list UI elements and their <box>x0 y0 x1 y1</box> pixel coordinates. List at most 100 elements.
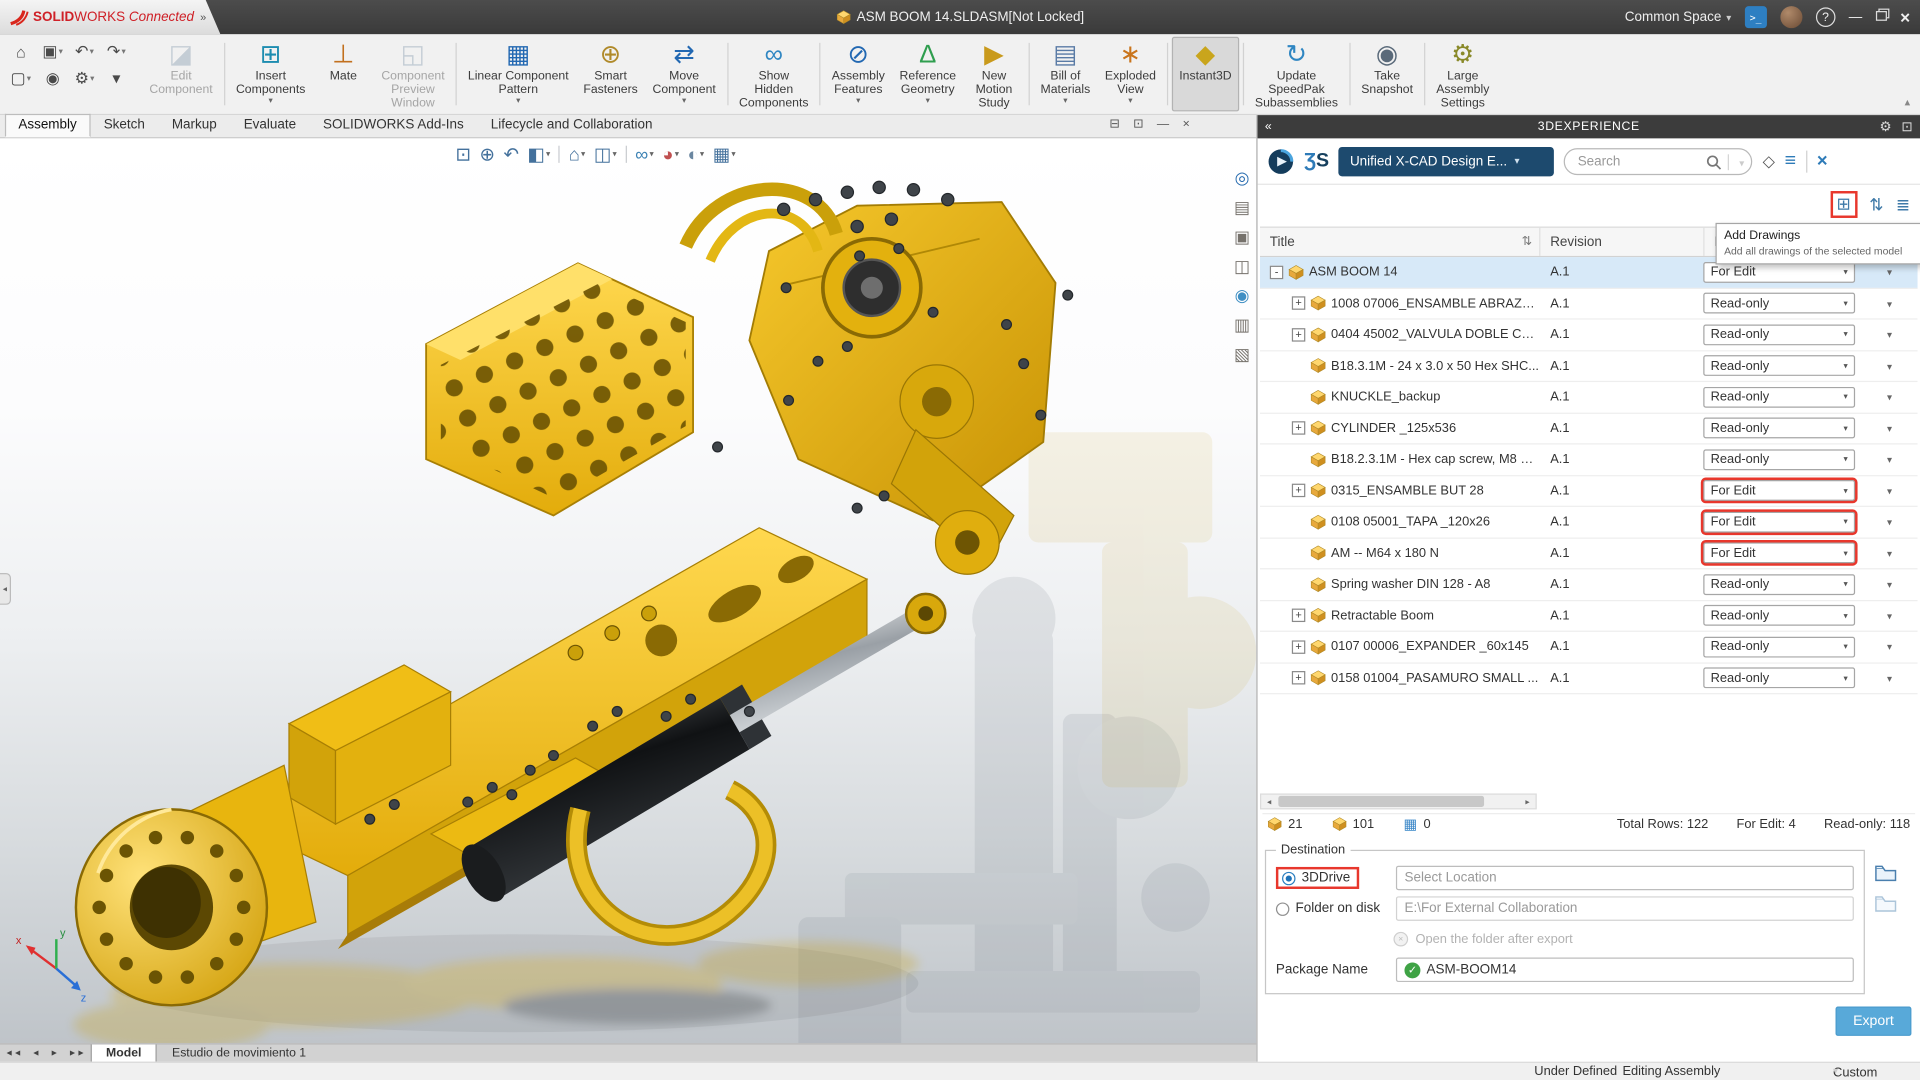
folder-on-disk-option[interactable]: Folder on disk <box>1276 901 1389 916</box>
row-expand-icon[interactable]: ▾ <box>1870 548 1892 559</box>
row-expand-icon[interactable]: ▾ <box>1870 455 1892 466</box>
restore-button[interactable] <box>1876 10 1887 25</box>
options-button[interactable]: ⚙▾ <box>69 69 101 89</box>
update-speedpak-subassemblies-button[interactable]: ↻Update SpeedPak Subassemblies <box>1248 37 1346 112</box>
viewport-3d-model[interactable]: x y z <box>0 138 1256 1043</box>
display-style-button[interactable]: ◫▾ <box>594 143 617 165</box>
status-dropdown[interactable]: Read-only▾ <box>1703 418 1855 439</box>
status-dropdown[interactable]: For Edit▾ <box>1703 543 1855 564</box>
horizontal-scrollbar[interactable]: ◂ ▸ <box>1260 793 1537 809</box>
file-explorer-icon[interactable]: ▣ <box>1234 227 1250 248</box>
table-row[interactable]: +0107 00006_EXPANDER _60x145A.1Read-only… <box>1260 632 1918 663</box>
table-row[interactable]: +1008 07006_ENSAMBLE ABRAZA...A.1Read-on… <box>1260 288 1918 319</box>
appearances-scenes-icon[interactable]: ◉ <box>1234 285 1250 306</box>
add-drawings-button[interactable]: ⊞ <box>1836 193 1850 213</box>
tab-sketch[interactable]: Sketch <box>90 114 158 137</box>
3dexperience-compass-icon[interactable]: ◎ <box>1234 168 1250 189</box>
expander-toggle[interactable]: + <box>1292 484 1305 497</box>
hide-show-items-button[interactable]: ∞▾ <box>635 144 654 165</box>
3dexperience-platform-icon[interactable]: >_ <box>1745 6 1767 28</box>
tab-evaluate[interactable]: Evaluate <box>230 114 309 137</box>
view-settings-button[interactable]: ▦▾ <box>713 143 736 165</box>
scroll-right-icon[interactable]: ▸ <box>1520 795 1536 808</box>
tree-view-icon[interactable]: ≣ <box>1896 194 1910 215</box>
new-document-button[interactable]: ▢▾ <box>5 69 37 89</box>
tab-markup[interactable]: Markup <box>158 114 230 137</box>
design-library-icon[interactable]: ▤ <box>1234 197 1250 218</box>
export-button[interactable]: Export <box>1836 1007 1912 1036</box>
home-button[interactable]: ⌂ <box>5 42 37 60</box>
panel-gear-icon[interactable]: ⚙ <box>1879 119 1891 135</box>
status-dropdown[interactable]: For Edit▾ <box>1703 512 1855 533</box>
table-row[interactable]: KNUCKLE_backupA.1Read-only▾▾ <box>1260 382 1918 413</box>
browse-location-icon[interactable] <box>1875 864 1897 881</box>
tag-icon[interactable]: ◇ <box>1763 151 1775 171</box>
tab-solidworks-add-ins[interactable]: SOLIDWORKS Add-Ins <box>310 114 478 137</box>
zoom-fit-button[interactable]: ⊡ <box>456 143 471 165</box>
expander-toggle[interactable]: - <box>1270 265 1283 278</box>
tile-document-icon[interactable]: ⊟ <box>1109 118 1119 131</box>
row-expand-icon[interactable]: ▾ <box>1870 361 1892 372</box>
undo-button[interactable]: ↶▾ <box>69 42 101 62</box>
minimize-document-icon[interactable]: — <box>1157 118 1169 131</box>
row-expand-icon[interactable]: ▾ <box>1870 423 1892 434</box>
app-selector[interactable]: Unified X-CAD Design E...▾ <box>1339 146 1555 175</box>
folder-on-disk-radio[interactable] <box>1276 902 1289 915</box>
expander-toggle[interactable]: + <box>1292 422 1305 435</box>
row-expand-icon[interactable]: ▾ <box>1870 392 1892 403</box>
row-expand-icon[interactable]: ▾ <box>1870 611 1892 622</box>
mate-button[interactable]: ⊥Mate <box>313 37 374 112</box>
package-name-input[interactable]: ✓ ASM-BOOM14 <box>1396 958 1854 982</box>
help-button[interactable]: ? <box>1816 7 1836 27</box>
linear-component-pattern-button[interactable]: ▦Linear Component Pattern▾ <box>461 37 576 112</box>
show-hidden-components-button[interactable]: ∞Show Hidden Components <box>732 37 816 112</box>
compass-icon[interactable] <box>1267 148 1294 175</box>
status-dropdown[interactable]: Read-only▾ <box>1703 636 1855 657</box>
status-dropdown[interactable]: Read-only▾ <box>1703 387 1855 408</box>
view-palette-icon[interactable]: ◫ <box>1234 256 1250 277</box>
edit-appearance-button[interactable]: ◕▾ <box>662 144 679 165</box>
row-expand-icon[interactable]: ▾ <box>1870 517 1892 528</box>
feature-tree-collapse[interactable]: ◂ <box>0 573 11 605</box>
scroll-left-icon[interactable]: ◂ <box>1261 795 1277 808</box>
tab-scroll-icon[interactable]: ►► <box>63 1044 90 1061</box>
expander-toggle[interactable]: + <box>1292 640 1305 653</box>
bill-of-materials-button[interactable]: ▤Bill of Materials▾ <box>1033 37 1097 112</box>
row-expand-icon[interactable]: ▾ <box>1870 486 1892 497</box>
custom-properties-icon[interactable]: ▥ <box>1234 315 1250 336</box>
3ddrive-radio[interactable] <box>1282 871 1295 884</box>
3ddrive-option[interactable]: 3DDrive <box>1276 867 1359 889</box>
zoom-area-button[interactable]: ⊕ <box>479 143 494 165</box>
model-tab-model[interactable]: Model <box>90 1044 157 1061</box>
expander-toggle[interactable]: + <box>1292 328 1305 341</box>
table-row[interactable]: Spring washer DIN 128 - A8A.1Read-only▾▾ <box>1260 569 1918 600</box>
table-row[interactable]: +0315_ENSAMBLE BUT 28A.1For Edit▾▾ <box>1260 476 1918 507</box>
space-selector[interactable]: Common Space▾ <box>1625 10 1731 25</box>
search-input[interactable]: Search ▾ <box>1564 148 1753 175</box>
row-expand-icon[interactable]: ▾ <box>1870 267 1892 278</box>
section-view-button[interactable]: ◧▾ <box>527 143 550 165</box>
table-row[interactable]: +Retractable BoomA.1Read-only▾▾ <box>1260 601 1918 632</box>
status-dropdown[interactable]: Read-only▾ <box>1703 605 1855 626</box>
minimize-button[interactable]: — <box>1849 10 1862 25</box>
take-snapshot-button[interactable]: ◉Take Snapshot <box>1354 37 1420 112</box>
tab-scroll-icon[interactable]: ◄◄ <box>0 1044 27 1061</box>
status-dropdown[interactable]: Read-only▾ <box>1703 293 1855 314</box>
status-dropdown[interactable]: For Edit▾ <box>1703 480 1855 501</box>
search-icon[interactable] <box>1706 154 1722 170</box>
table-row[interactable]: B18.3.1M - 24 x 3.0 x 50 Hex SHC...A.1Re… <box>1260 351 1918 382</box>
menu-icon[interactable]: ≡ <box>1785 150 1796 172</box>
table-row[interactable]: 0108 05001_TAPA _120x26A.1For Edit▾▾ <box>1260 507 1918 538</box>
large-assembly-settings-button[interactable]: ⚙Large Assembly Settings <box>1429 37 1497 112</box>
close-document-icon[interactable]: × <box>1183 118 1190 131</box>
new-motion-study-button[interactable]: ▶New Motion Study <box>963 37 1024 112</box>
toolbar-expand-button[interactable]: ▾ <box>100 69 132 89</box>
status-dropdown[interactable]: Read-only▾ <box>1703 668 1855 689</box>
flat-list-icon[interactable]: ⇅ <box>1869 194 1883 215</box>
tab-assembly[interactable]: Assembly <box>5 114 90 137</box>
search-options-icon[interactable]: ▾ <box>1739 157 1744 168</box>
assembly-features-button[interactable]: ⊘Assembly Features▾ <box>824 37 892 112</box>
status-dropdown[interactable]: Read-only▾ <box>1703 449 1855 470</box>
status-dropdown[interactable]: Read-only▾ <box>1703 324 1855 345</box>
table-row[interactable]: +0404 45002_VALVULA DOBLE CH...A.1Read-o… <box>1260 320 1918 351</box>
